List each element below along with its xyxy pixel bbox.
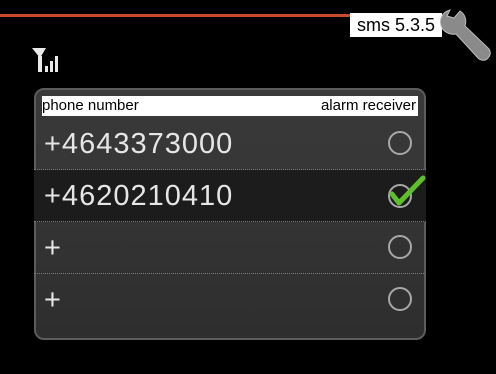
signal-strength-icon xyxy=(32,48,58,72)
phone-row-2[interactable]: +4620210410 xyxy=(34,170,426,222)
phone-number-value[interactable]: +4620210410 xyxy=(44,178,233,214)
phone-row-4[interactable]: + xyxy=(34,274,426,326)
top-accent-line xyxy=(0,14,400,17)
phone-number-value[interactable]: +4643373000 xyxy=(44,126,233,162)
table-header: phone number alarm receiver xyxy=(42,96,418,116)
phone-row-1[interactable]: +4643373000 xyxy=(34,118,426,170)
phone-number-value[interactable]: + xyxy=(44,230,62,266)
phone-number-value[interactable]: + xyxy=(44,282,62,318)
alarm-receiver-checked-radio[interactable] xyxy=(388,174,428,210)
column-phone-number: phone number xyxy=(42,97,139,114)
column-alarm-receiver: alarm receiver xyxy=(320,97,416,114)
wrench-icon xyxy=(439,9,491,61)
alarm-receiver-radio[interactable] xyxy=(388,287,412,311)
phone-row-3[interactable]: + xyxy=(34,222,426,274)
alarm-receiver-radio[interactable] xyxy=(388,131,412,155)
menu-code-label: sms 5.3.5 xyxy=(350,13,442,37)
alarm-receiver-radio[interactable] xyxy=(388,235,412,259)
